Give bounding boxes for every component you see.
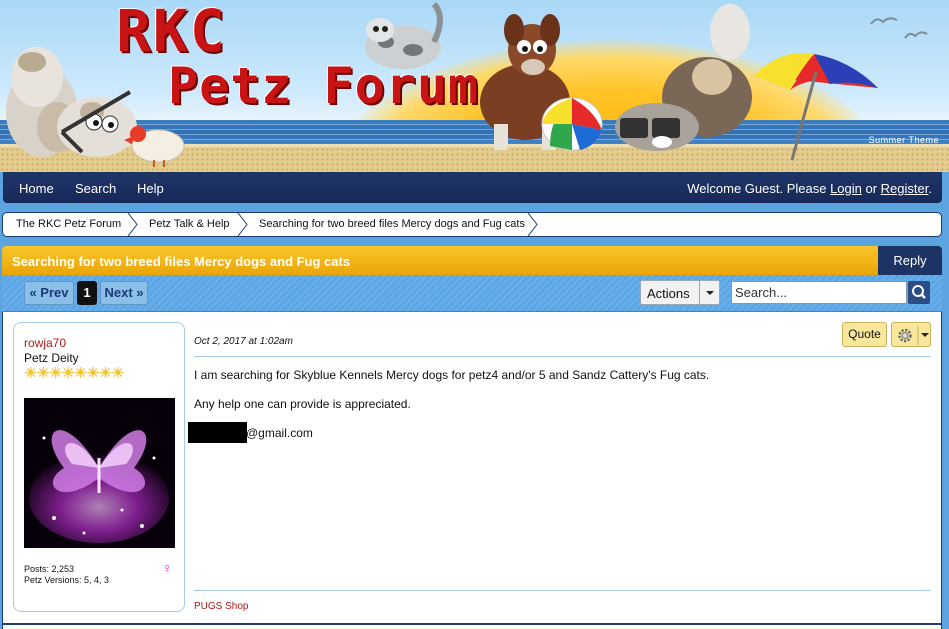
breadcrumb-chevron-icon (527, 213, 538, 236)
actions-label: Actions (647, 286, 690, 301)
rank-stars-icon: ☀☀☀☀☀☀☀☀ (24, 365, 125, 382)
reply-button[interactable]: Reply (878, 246, 942, 275)
petz-versions: Petz Versions: 5, 4, 3 (24, 575, 110, 585)
post-date[interactable]: Oct 2, 2017 at 1:02am (194, 336, 293, 347)
post-body-email: @gmail.com (246, 426, 313, 440)
breadcrumb-item-thread[interactable]: Searching for two breed files Mercy dogs… (259, 218, 525, 230)
actions-dropdown[interactable]: Actions (640, 280, 720, 305)
quote-button[interactable]: Quote (842, 322, 887, 347)
welcome-message: Welcome Guest. Please Login or Register. (687, 181, 932, 196)
nav-help[interactable]: Help (137, 181, 164, 196)
main-navbar: Home Search Help Welcome Guest. Please L… (3, 172, 942, 203)
nav-home[interactable]: Home (19, 181, 54, 196)
header-banner: RKC Petz Forum Summer Theme (0, 0, 949, 172)
cat-graphic-right (615, 4, 752, 151)
chevron-down-icon (699, 281, 719, 304)
nav-search[interactable]: Search (75, 181, 116, 196)
post-author[interactable]: rowja70 (24, 336, 66, 350)
register-link[interactable]: Register (881, 181, 929, 196)
search-icon (912, 285, 926, 299)
breadcrumb-chevron-icon (237, 213, 248, 236)
logo-subtitle[interactable]: Petz Forum (168, 58, 479, 114)
theme-label: Summer Theme (868, 135, 939, 145)
search-button[interactable] (908, 281, 930, 304)
breadcrumb-item-category[interactable]: Petz Talk & Help (149, 218, 230, 230)
female-gender-icon: ♀ (162, 560, 173, 576)
user-info-box: rowja70 Petz Deity ☀☀☀☀☀☀☀☀ Posts: 2,253… (13, 322, 185, 612)
search-input[interactable] (731, 281, 907, 304)
breadcrumb-chevron-icon (127, 213, 138, 236)
prev-page-button[interactable]: « Prev (24, 281, 74, 305)
post-body-line: I am searching for Skyblue Kennels Mercy… (194, 368, 710, 382)
next-page-button[interactable]: Next » (100, 281, 148, 305)
avatar[interactable] (24, 398, 175, 548)
post-body-line: Any help one can provide is appreciated. (194, 397, 411, 411)
umbrella-graphic (754, 52, 878, 161)
logo-title[interactable]: RKC (116, 0, 227, 62)
chicken-graphic (124, 126, 185, 167)
breadcrumb-item-forum[interactable]: The RKC Petz Forum (16, 218, 121, 230)
signature-link[interactable]: PUGS Shop (194, 601, 248, 612)
breadcrumb: The RKC Petz Forum Petz Talk & Help Sear… (2, 212, 942, 237)
user-title: Petz Deity (24, 351, 79, 365)
gear-icon (898, 326, 929, 345)
pagination-bar: « Prev 1 Next » Actions (2, 275, 942, 312)
post-options-button[interactable] (891, 322, 931, 347)
beach-ball-graphic (541, 97, 603, 151)
redaction-block (188, 422, 247, 443)
login-link[interactable]: Login (830, 181, 862, 196)
post-count: Posts: 2,253 (24, 564, 75, 574)
thread-header: Searching for two breed files Mercy dogs… (2, 246, 942, 275)
thread-title: Searching for two breed files Mercy dogs… (12, 254, 351, 269)
post-divider (194, 356, 931, 357)
current-page-button[interactable]: 1 (77, 281, 97, 305)
signature-divider (194, 590, 931, 591)
